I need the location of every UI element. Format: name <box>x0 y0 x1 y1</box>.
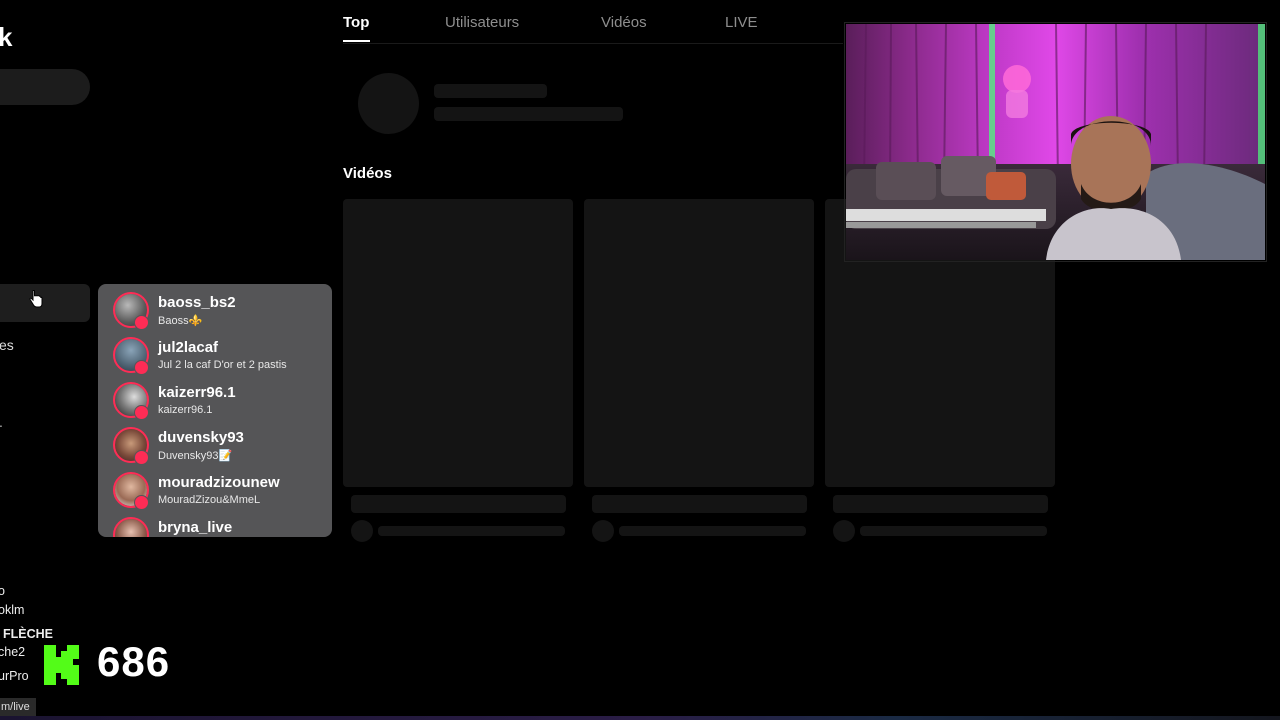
webcam-overlay <box>846 24 1265 260</box>
following-item[interactable]: mouradzizounew MouradZizou&MmeL <box>98 464 332 510</box>
following-item[interactable]: baoss_bs2 Baoss⚜️ <box>98 284 332 330</box>
tab-live[interactable]: LIVE <box>725 14 758 31</box>
following-display-name: Jul 2 la caf D'or et 2 pastis <box>158 359 287 371</box>
live-badge-icon <box>134 315 149 330</box>
following-username: baoss_bs2 <box>158 294 236 311</box>
sidebar-item-label[interactable]: . <box>0 414 3 430</box>
video-author-skeleton <box>860 526 1047 536</box>
chat-fragment: urPro <box>0 669 29 683</box>
video-card-skeleton[interactable] <box>343 199 573 487</box>
video-author-skeleton <box>619 526 806 536</box>
kick-logo-icon <box>44 645 79 685</box>
following-display-name: Duvensky93📝 <box>158 450 233 462</box>
live-badge-icon <box>134 450 149 465</box>
hand-cursor-icon <box>29 290 43 308</box>
following-item[interactable]: bryna_live <box>98 509 332 537</box>
following-item[interactable]: duvensky93 Duvensky93📝 <box>98 419 332 465</box>
live-badge-icon <box>134 405 149 420</box>
live-ring <box>113 517 149 537</box>
following-username: bryna_live <box>158 519 233 536</box>
tabs-divider <box>343 43 843 44</box>
viewer-counter: 686 <box>97 638 171 685</box>
following-username: kaizerr96.1 <box>158 384 236 401</box>
tab-top[interactable]: Top <box>343 14 369 31</box>
section-title-videos: Vidéos <box>343 165 392 182</box>
video-author-avatar-skeleton <box>592 520 614 542</box>
following-item[interactable]: kaizerr96.1 kaizerr96.1 <box>98 374 332 420</box>
user-avatar-skeleton <box>358 73 419 134</box>
tab-videos[interactable]: Vidéos <box>601 14 647 31</box>
video-author-avatar-skeleton <box>351 520 373 542</box>
sidebar-item-label[interactable]: es <box>0 337 14 353</box>
sidebar-search-input[interactable] <box>0 69 90 105</box>
following-dropdown: baoss_bs2 Baoss⚜️ jul2lacaf Jul 2 la caf… <box>98 284 332 537</box>
video-caption-skeleton <box>351 495 566 513</box>
bottom-bar <box>0 716 1280 720</box>
active-tab-indicator <box>343 40 370 42</box>
logo-fragment[interactable]: k <box>0 22 12 53</box>
chat-fragment: oklm <box>0 603 25 617</box>
video-caption-skeleton <box>592 495 807 513</box>
following-display-name: kaizerr96.1 <box>158 404 213 416</box>
chat-fragment: che2 <box>0 645 26 659</box>
video-card-skeleton[interactable] <box>584 199 814 487</box>
user-handle-skeleton <box>434 107 623 121</box>
status-url: m/live <box>0 698 36 716</box>
sidebar-item-following[interactable] <box>0 284 90 322</box>
following-username: jul2lacaf <box>158 339 219 356</box>
following-username: duvensky93 <box>158 429 244 446</box>
live-badge-icon <box>134 495 149 510</box>
tab-users[interactable]: Utilisateurs <box>445 14 519 31</box>
video-author-skeleton <box>378 526 565 536</box>
following-display-name: MouradZizou&MmeL <box>158 494 261 506</box>
chat-fragment: o <box>0 584 5 598</box>
video-caption-skeleton <box>833 495 1048 513</box>
following-item[interactable]: jul2lacaf Jul 2 la caf D'or et 2 pastis <box>98 329 332 375</box>
following-username: mouradzizounew <box>158 474 280 491</box>
chat-fragment: FLÈCHE <box>3 627 53 641</box>
user-name-skeleton <box>434 84 547 98</box>
webcam-image <box>846 24 1265 260</box>
video-author-avatar-skeleton <box>833 520 855 542</box>
following-display-name: Baoss⚜️ <box>158 315 203 327</box>
live-badge-icon <box>134 360 149 375</box>
